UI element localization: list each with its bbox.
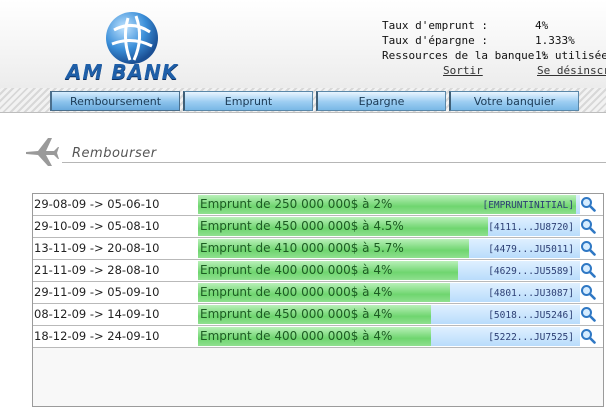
magnifier-icon[interactable] <box>580 218 596 234</box>
loan-progress-bar: Emprunt de 250 000 000$ à 2% [EMPRUNTINIT… <box>198 195 580 214</box>
rate-value: 1.333% <box>535 34 575 47</box>
loan-reference: [4111...JU8720] <box>488 222 574 233</box>
loan-progress-bar: Emprunt de 410 000 000$ à 5.7% [4479...JU… <box>198 239 580 258</box>
logout-link[interactable]: Sortir <box>443 63 483 78</box>
loan-label: Emprunt de 400 000 000$ à 4% <box>200 285 393 299</box>
loan-row[interactable]: 13-11-09 -> 20-08-10 Emprunt de 410 000 0… <box>33 238 603 260</box>
magnifier-icon[interactable] <box>580 196 596 212</box>
rate-label: Ressources de la banque : <box>382 49 548 62</box>
loan-progress-bar: Emprunt de 450 000 000$ à 4.5% [4111...JU… <box>198 217 580 236</box>
loan-label: Emprunt de 450 000 000$ à 4.5% <box>200 219 404 233</box>
loan-progress-bar: Emprunt de 400 000 000$ à 4% [4629...JU55… <box>198 261 580 280</box>
rates-panel: Taux d'emprunt : 4% Taux d'épargne : 1.3… <box>382 18 606 78</box>
loan-label: Emprunt de 450 000 000$ à 4% <box>200 307 393 321</box>
loan-row[interactable]: 29-11-09 -> 05-09-10 Emprunt de 400 000 0… <box>33 282 603 304</box>
loan-reference: [5018...JU5246] <box>488 310 574 321</box>
loan-progress-bar: Emprunt de 450 000 000$ à 4% [5018...JU52… <box>198 305 580 324</box>
rate-row-epargne: Taux d'épargne : 1.333% <box>382 33 606 48</box>
tab-epargne[interactable]: Epargne <box>316 91 446 111</box>
loan-progress-bar: Emprunt de 400 000 000$ à 4% [4801...JU30… <box>198 283 580 302</box>
tab-emprunt[interactable]: Emprunt <box>183 91 313 111</box>
loan-dates: 29-08-09 -> 05-06-10 <box>34 197 160 211</box>
bank-logo-icon <box>106 12 158 64</box>
loan-dates: 18-12-09 -> 24-09-10 <box>34 329 160 343</box>
header: AM BANK Taux d'emprunt : 4% Taux d'éparg… <box>0 0 606 88</box>
loan-label: Emprunt de 410 000 000$ à 5.7% <box>200 241 404 255</box>
tab-remboursement[interactable]: Remboursement <box>50 91 180 111</box>
loan-list: 29-08-09 -> 05-06-10 Emprunt de 250 000 0… <box>32 193 604 407</box>
magnifier-icon[interactable] <box>580 284 596 300</box>
loan-row[interactable]: 18-12-09 -> 24-09-10 Emprunt de 400 000 0… <box>33 326 603 348</box>
rate-label: Taux d'épargne : <box>382 34 488 47</box>
rate-row-ressources: Ressources de la banque : 1% utilisées <box>382 48 606 63</box>
loan-label: Emprunt de 250 000 000$ à 2% <box>200 197 393 211</box>
magnifier-icon[interactable] <box>580 328 596 344</box>
tab-votre-banquier[interactable]: Votre banquier <box>449 91 579 111</box>
loan-row[interactable]: 08-12-09 -> 14-09-10 Emprunt de 450 000 0… <box>33 304 603 326</box>
airplane-icon <box>26 138 59 166</box>
loan-reference: [4479...JU5011] <box>488 244 574 255</box>
loan-row[interactable]: 29-08-09 -> 05-06-10 Emprunt de 250 000 0… <box>33 194 603 216</box>
rate-value: 4% <box>535 19 549 32</box>
section-divider <box>62 162 606 163</box>
rate-label: Taux d'emprunt : <box>382 19 488 32</box>
loan-dates: 08-12-09 -> 14-09-10 <box>34 307 160 321</box>
loan-dates: 29-11-09 -> 05-09-10 <box>34 285 160 299</box>
magnifier-icon[interactable] <box>580 306 596 322</box>
section-title: Rembourser <box>72 146 157 161</box>
loan-reference: [EMPRUNTINITIAL] <box>482 200 574 211</box>
brand-name: AM BANK <box>66 60 179 84</box>
loan-reference: [4801...JU3087] <box>488 288 574 299</box>
loan-dates: 13-11-09 -> 20-08-10 <box>34 241 160 255</box>
account-links: Sortir Se désinscri <box>382 63 606 78</box>
loan-reference: [4629...JU5589] <box>488 266 574 277</box>
loan-reference: [5222...JU7525] <box>488 332 574 343</box>
loan-progress-bar: Emprunt de 400 000 000$ à 4% [5222...JU75… <box>198 327 580 346</box>
loan-dates: 21-11-09 -> 28-08-10 <box>34 263 160 277</box>
loan-row[interactable]: 29-10-09 -> 05-08-10 Emprunt de 450 000 0… <box>33 216 603 238</box>
loan-dates: 29-10-09 -> 05-08-10 <box>34 219 160 233</box>
rate-row-emprunt: Taux d'emprunt : 4% <box>382 18 606 33</box>
loan-row[interactable]: 21-11-09 -> 28-08-10 Emprunt de 400 000 0… <box>33 260 603 282</box>
magnifier-icon[interactable] <box>580 240 596 256</box>
loan-label: Emprunt de 400 000 000$ à 4% <box>200 263 393 277</box>
unsubscribe-link[interactable]: Se désinscri <box>537 63 606 78</box>
rate-value: 1% utilisées <box>535 49 606 62</box>
magnifier-icon[interactable] <box>580 262 596 278</box>
loan-label: Emprunt de 400 000 000$ à 4% <box>200 329 393 343</box>
